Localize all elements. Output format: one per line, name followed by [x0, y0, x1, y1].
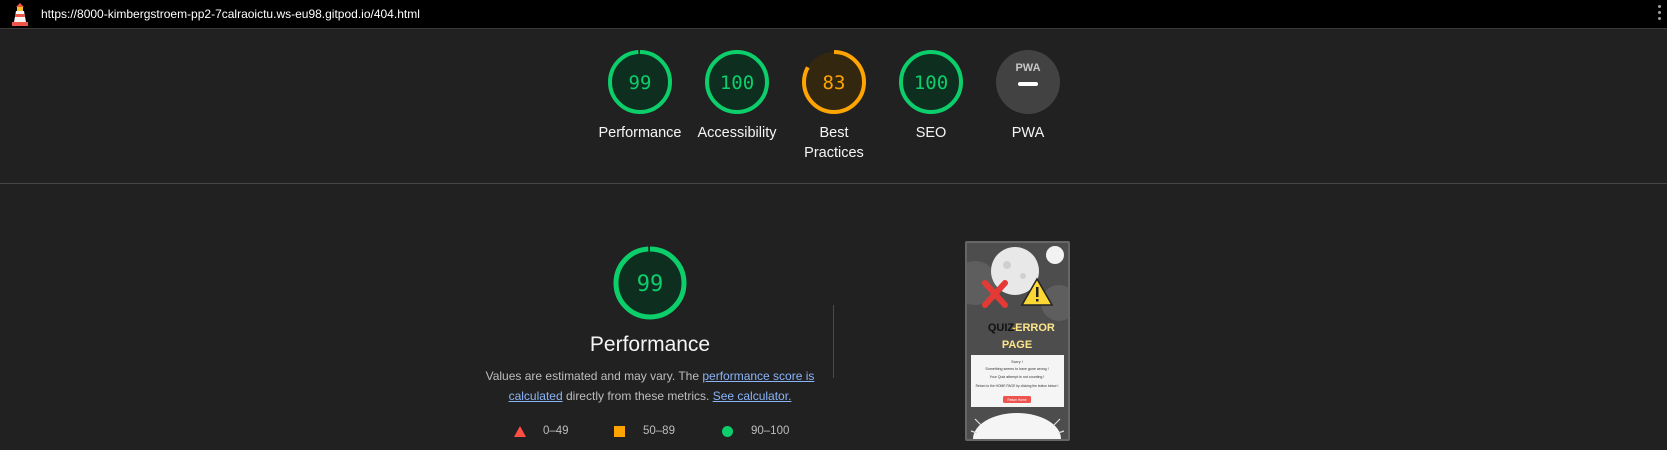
thumb-line3: Your Quiz attempt is not counting ! — [990, 375, 1045, 379]
url-bar: https://8000-kimbergstroem-pp2-7calraoic… — [0, 0, 1667, 29]
gauge-best-practices[interactable]: 83 Best Practices — [784, 49, 884, 163]
performance-score: 99 — [637, 272, 664, 297]
more-options-icon[interactable] — [1655, 5, 1663, 25]
best-practices-gauge-icon: 83 — [802, 50, 866, 114]
thumb-button: Return Home — [1008, 398, 1027, 402]
pwa-badge-text: PWA — [1015, 62, 1040, 74]
accessibility-gauge-icon: 100 — [705, 50, 769, 114]
gauge-label: PWA — [1011, 125, 1045, 141]
gauge-accessibility[interactable]: 100 Accessibility — [687, 49, 787, 143]
gauge-score: 100 — [720, 72, 754, 94]
see-calculator-link[interactable]: See calculator. — [713, 389, 792, 403]
circle-icon — [722, 426, 733, 437]
pwa-badge-icon: PWA — [996, 50, 1060, 114]
thumb-line4: Return to the HOME PAGE by clicking the … — [976, 384, 1059, 388]
performance-description: Values are estimated and may vary. The p… — [475, 367, 825, 406]
gauge-score: 100 — [914, 72, 948, 94]
thumb-heading-page: PAGE — [1002, 339, 1032, 351]
legend-range: 50–89 — [643, 425, 675, 437]
gauge-label: Best Practices — [784, 123, 884, 163]
seo-gauge-icon: 100 — [899, 50, 963, 114]
thumb-heading-error: ERROR — [1015, 322, 1055, 334]
gauge-label-line1: Best — [819, 125, 849, 141]
gauge-score: 83 — [823, 72, 846, 94]
gauge-seo[interactable]: 100 SEO — [881, 49, 981, 143]
thumb-heading-quiz: QUIZ — [988, 322, 1015, 334]
desc-prefix: Values are estimated and may vary. The — [485, 369, 703, 383]
legend-range: 90–100 — [751, 425, 790, 437]
thumb-line1: Sorry ! — [1011, 359, 1023, 364]
performance-section: 99 Performance Values are estimated and … — [0, 185, 1667, 450]
gauge-label: Accessibility — [697, 125, 777, 141]
error-page-preview: QUIZ - ERROR PAGE Sorry ! Something seem… — [967, 243, 1068, 439]
gauge-performance[interactable]: 99 Performance — [590, 49, 690, 143]
gauge-label: SEO — [915, 125, 947, 141]
triangle-icon — [514, 426, 526, 437]
gauge-label-line2: Practices — [804, 145, 864, 161]
desc-mid: directly from these metrics. — [562, 388, 713, 403]
performance-gauge-icon: 99 — [608, 50, 672, 114]
score-summary: 99 Performance 100 Accessibility 83 Best… — [0, 29, 1667, 184]
legend-range: 0–49 — [543, 425, 569, 437]
thumb-line2: Something seems to have gone wrong ! — [985, 367, 1048, 371]
performance-title: Performance — [589, 333, 711, 356]
section-divider — [833, 305, 834, 378]
square-icon — [614, 426, 625, 437]
lighthouse-logo-icon — [12, 3, 28, 26]
final-screenshot-thumbnail[interactable]: QUIZ - ERROR PAGE Sorry ! Something seem… — [965, 241, 1070, 441]
gauge-label: Performance — [598, 125, 682, 141]
page-url: https://8000-kimbergstroem-pp2-7calraoic… — [41, 7, 420, 21]
gauge-pwa[interactable]: PWA PWA — [978, 49, 1078, 143]
performance-large-gauge-icon: 99 — [613, 246, 687, 320]
gauge-score: 99 — [629, 72, 652, 94]
